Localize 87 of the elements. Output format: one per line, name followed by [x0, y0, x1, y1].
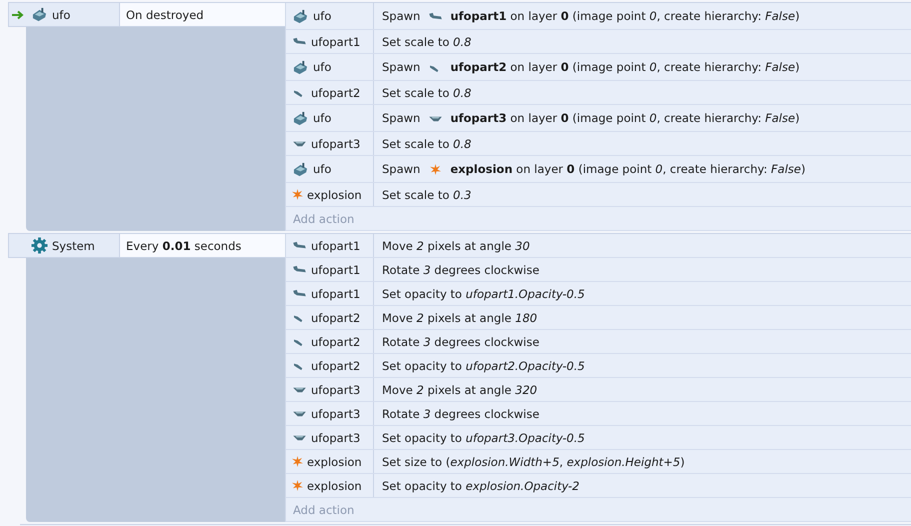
action-text: explosion on layer 0 (image point 0, create hierarchy: False) [450, 162, 806, 176]
object-name: System [52, 238, 95, 252]
object-name: explosion [307, 188, 362, 202]
settings-icon [31, 237, 48, 254]
part-icon [428, 12, 443, 20]
object-name: explosion [307, 478, 362, 492]
action-text: Spawn [382, 111, 420, 125]
action-row[interactable]: ufo Spawn explosion on layer 0 (image point 0, create hierarchy: False) [286, 156, 911, 183]
action-row[interactable]: ufopart1 Move 2 pixels at angle 30 [286, 234, 911, 258]
action-text: Set scale to 0.3 [382, 188, 472, 202]
action-row[interactable]: ufopart2 Move 2 pixels at angle 180 [286, 306, 911, 330]
action-text: Set scale to 0.8 [382, 34, 472, 48]
action-row[interactable]: ufopart3 Set opacity to ufopart3.Opacity-0.5 [286, 426, 911, 450]
object-name: ufopart3 [311, 430, 360, 444]
object-name: explosion [307, 454, 362, 468]
part-icon [292, 289, 307, 298]
object-name: ufopart2 [311, 86, 360, 100]
object-name: ufopart3 [311, 136, 360, 150]
action-row[interactable]: explosion Set scale to 0.3 [286, 183, 911, 207]
action-text: Rotate 3 degrees clockwise [382, 262, 540, 276]
object-name: ufopart3 [311, 382, 360, 396]
object-name: ufopart1 [311, 286, 360, 300]
part-icon [292, 241, 307, 250]
action-text: Set size to (explosion.Width+5, explosion.Height+5) [382, 454, 685, 468]
object-name: ufopart2 [311, 358, 360, 372]
action-text: Rotate 3 degrees clockwise [382, 406, 540, 420]
explosion-icon [292, 480, 303, 491]
part-icon [292, 265, 307, 274]
action-row[interactable]: ufopart3 Set scale to 0.8 [286, 132, 911, 156]
part-icon [292, 37, 307, 46]
action-row[interactable]: ufopart1 Set scale to 0.8 [286, 30, 911, 54]
action-row[interactable]: ufo Spawn ufopart3 on layer 0 (image point 0, create hierarchy: False) [286, 105, 911, 132]
part-icon [292, 139, 307, 148]
object-name: ufopart2 [311, 310, 360, 324]
part-icon [428, 114, 443, 122]
condition-text: On destroyed [126, 8, 204, 22]
action-row[interactable]: explosion Set opacity to explosion.Opacity-2 [286, 474, 911, 498]
action-text: Set scale to 0.8 [382, 86, 472, 100]
action-row[interactable]: ufopart2 Rotate 3 degrees clockwise [286, 330, 911, 354]
action-text: Rotate 3 degrees clockwise [382, 334, 540, 348]
action-row[interactable]: ufo Spawn ufopart1 on layer 0 (image point 0, create hierarchy: False) [286, 3, 911, 30]
action-text: Spawn [382, 60, 420, 74]
action-text: Set opacity to ufopart2.Opacity-0.5 [382, 358, 585, 372]
action-text: Set opacity to explosion.Opacity-2 [382, 478, 580, 492]
action-row[interactable]: ufopart1 Set opacity to ufopart1.Opacity-0.5 [286, 282, 911, 306]
part-icon [292, 409, 307, 418]
action-text: Move 2 pixels at angle 30 [382, 238, 530, 252]
action-text: ufopart3 on layer 0 (image point 0, create hierarchy: False) [450, 111, 800, 125]
condition-row[interactable]: System Every 0.01 seconds [8, 234, 285, 258]
part-icon [292, 433, 307, 442]
object-name: ufopart1 [311, 34, 360, 48]
action-text: ufopart1 on layer 0 (image point 0, create hierarchy: False) [450, 9, 800, 23]
explosion-icon [430, 164, 441, 174]
condition-row[interactable]: ufo On destroyed [8, 3, 285, 27]
action-text: Spawn [382, 162, 420, 176]
action-row[interactable]: ufopart3 Move 2 pixels at angle 320 [286, 378, 911, 402]
explosion-icon [292, 456, 303, 467]
object-name: ufopart3 [311, 406, 360, 420]
object-name: ufopart2 [311, 334, 360, 348]
object-name: ufo [313, 162, 332, 176]
action-row[interactable]: explosion Set size to (explosion.Width+5, explosion.Height+5) [286, 450, 911, 474]
object-name: ufo [313, 60, 332, 74]
object-name: ufopart1 [311, 238, 360, 252]
object-name: ufo [313, 111, 332, 125]
action-text: ufopart2 on layer 0 (image point 0, create hierarchy: False) [450, 60, 800, 74]
explosion-icon [292, 189, 303, 200]
machine-icon [292, 60, 309, 74]
action-row[interactable]: ufopart2 Set scale to 0.8 [286, 81, 911, 105]
machine-icon [292, 162, 309, 176]
part-icon [292, 385, 307, 394]
object-name: ufo [52, 8, 70, 22]
object-name: ufopart1 [311, 262, 360, 276]
action-row[interactable]: ufo Spawn ufopart2 on layer 0 (image point 0, create hierarchy: False) [286, 54, 911, 81]
action-row[interactable]: ufopart2 Set opacity to ufopart2.Opacity-0.5 [286, 354, 911, 378]
machine-icon [31, 7, 48, 22]
action-text: Spawn [382, 9, 420, 23]
condition-text: Every 0.01 seconds [126, 238, 242, 252]
action-row[interactable]: ufopart3 Rotate 3 degrees clockwise [286, 402, 911, 426]
action-text: Set scale to 0.8 [382, 136, 472, 150]
action-text: Set opacity to ufopart1.Opacity-0.5 [382, 286, 585, 300]
action-text: Move 2 pixels at angle 320 [382, 382, 538, 396]
action-text: Move 2 pixels at angle 180 [382, 310, 538, 324]
machine-icon [292, 8, 309, 24]
object-name: ufo [313, 9, 332, 23]
action-row[interactable]: ufopart1 Rotate 3 degrees clockwise [286, 258, 911, 282]
machine-icon [292, 110, 309, 126]
action-text: Set opacity to ufopart3.Opacity-0.5 [382, 430, 585, 444]
